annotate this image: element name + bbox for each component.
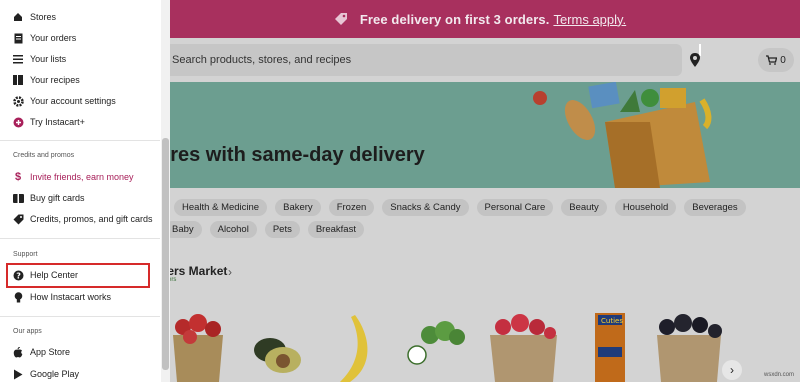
receipt-icon [12, 32, 24, 44]
product-carousel: Cuties [173, 313, 722, 382]
cuties-image: Cuties [595, 313, 625, 382]
menu-item-account-settings[interactable]: Your account settings [12, 93, 116, 109]
tag-icon [334, 13, 347, 25]
menu-item-label: Stores [30, 12, 57, 22]
section-apps-header: Our apps [13, 328, 42, 335]
menu-item-label: Your account settings [30, 96, 116, 106]
cilantro-image [407, 321, 465, 365]
menu-item-invite-friends[interactable]: $ Invite friends, earn money [12, 169, 134, 185]
grocery-bag-illustration [533, 82, 712, 188]
menu-item-label: App Store [30, 347, 71, 357]
menu-divider [0, 140, 160, 141]
raspberries-image [490, 314, 557, 382]
gift-card-icon [12, 192, 24, 204]
promo-text: Free delivery on first 3 orders. [359, 11, 550, 27]
menu-item-google-play[interactable]: Google Play [12, 366, 79, 382]
help-center-highlight [6, 263, 150, 288]
dollar-icon: $ [14, 171, 22, 183]
category-chip[interactable]: Breakfast [307, 221, 364, 238]
section-support-header: Support [13, 251, 38, 258]
menu-item-buy-gift-cards[interactable]: Buy gift cards [12, 190, 85, 206]
menu-item-app-store[interactable]: App Store [12, 344, 70, 360]
menu-item-label: Google Play [30, 369, 80, 379]
menu-item-label: Invite friends, earn money [30, 172, 134, 182]
category-chip[interactable]: Alcohol [209, 221, 257, 238]
menu-divider [0, 238, 160, 239]
search-input[interactable] [172, 54, 682, 66]
menu-item-label: Buy gift cards [30, 193, 85, 203]
search-bar[interactable] [150, 44, 682, 76]
menu-scrollbar-thumb[interactable] [162, 138, 169, 370]
menu-item-lists[interactable]: Your lists [12, 51, 66, 67]
category-chip[interactable]: Beverages [684, 199, 746, 216]
category-chip[interactable]: Beauty [561, 199, 607, 216]
category-chip[interactable]: Bakery [275, 199, 321, 216]
store-title[interactable]: ners Market [160, 264, 227, 278]
menu-item-recipes[interactable]: Your recipes [12, 72, 80, 88]
lightbulb-icon [12, 291, 24, 303]
terms-link[interactable]: Terms apply. [553, 12, 626, 27]
banana-image [340, 315, 368, 382]
menu-divider [0, 316, 160, 317]
menu-item-label: Your recipes [30, 75, 80, 85]
svg-text:Cuties: Cuties [601, 317, 623, 325]
section-credits-header: Credits and promos [13, 152, 75, 159]
blackberries-image [657, 314, 722, 382]
google-play-icon [12, 368, 24, 380]
category-chip[interactable]: Health & Medicine [174, 199, 268, 216]
list-icon [12, 53, 24, 65]
category-chip[interactable]: Pets [264, 221, 300, 238]
hero-title: ores with same-day delivery [158, 144, 425, 166]
book-icon [12, 74, 24, 86]
menu-item-label: Credits, promos, and gift cards [30, 214, 153, 224]
cart-button[interactable]: 0 [758, 48, 794, 72]
menu-item-label: Your orders [30, 33, 77, 43]
category-chip[interactable]: Frozen [328, 199, 375, 216]
location-pin-icon[interactable] [688, 52, 702, 68]
menu-item-try-instacart-plus[interactable]: Try Instacart+ [12, 114, 85, 130]
watermark: wsxdn.com [763, 372, 794, 378]
carousel-next-button[interactable]: › [722, 360, 742, 380]
menu-item-label: Your lists [30, 54, 67, 64]
menu-item-credits-promos[interactable]: Credits, promos, and gift cards [12, 211, 153, 227]
chevron-right-icon[interactable]: › [228, 265, 232, 279]
category-chip[interactable]: Household [614, 199, 677, 216]
avocado-image [254, 338, 301, 373]
category-chip[interactable]: Personal Care [476, 199, 554, 216]
menu-item-orders[interactable]: Your orders [12, 30, 76, 46]
category-chip[interactable]: Snacks & Candy [382, 199, 469, 216]
menu-item-label: Try Instacart+ [30, 117, 85, 127]
gear-icon [12, 95, 24, 107]
menu-item-label: How Instacart works [30, 292, 112, 302]
cart-count: 0 [780, 54, 786, 66]
home-icon [12, 11, 24, 23]
menu-item-stores[interactable]: Stores [12, 9, 56, 25]
menu-item-how-instacart-works[interactable]: How Instacart works [12, 289, 111, 305]
instacart-plus-icon [12, 116, 24, 128]
category-chips: Health & Medicine Bakery Frozen Snacks & Ca… [150, 199, 746, 243]
tag-icon [12, 213, 24, 225]
chevron-right-icon: › [730, 363, 734, 377]
cart-icon [766, 55, 778, 65]
strawberries-image [173, 314, 223, 382]
apple-icon [12, 346, 24, 358]
side-menu: Stores Your orders Your lists Your recip… [0, 0, 170, 382]
